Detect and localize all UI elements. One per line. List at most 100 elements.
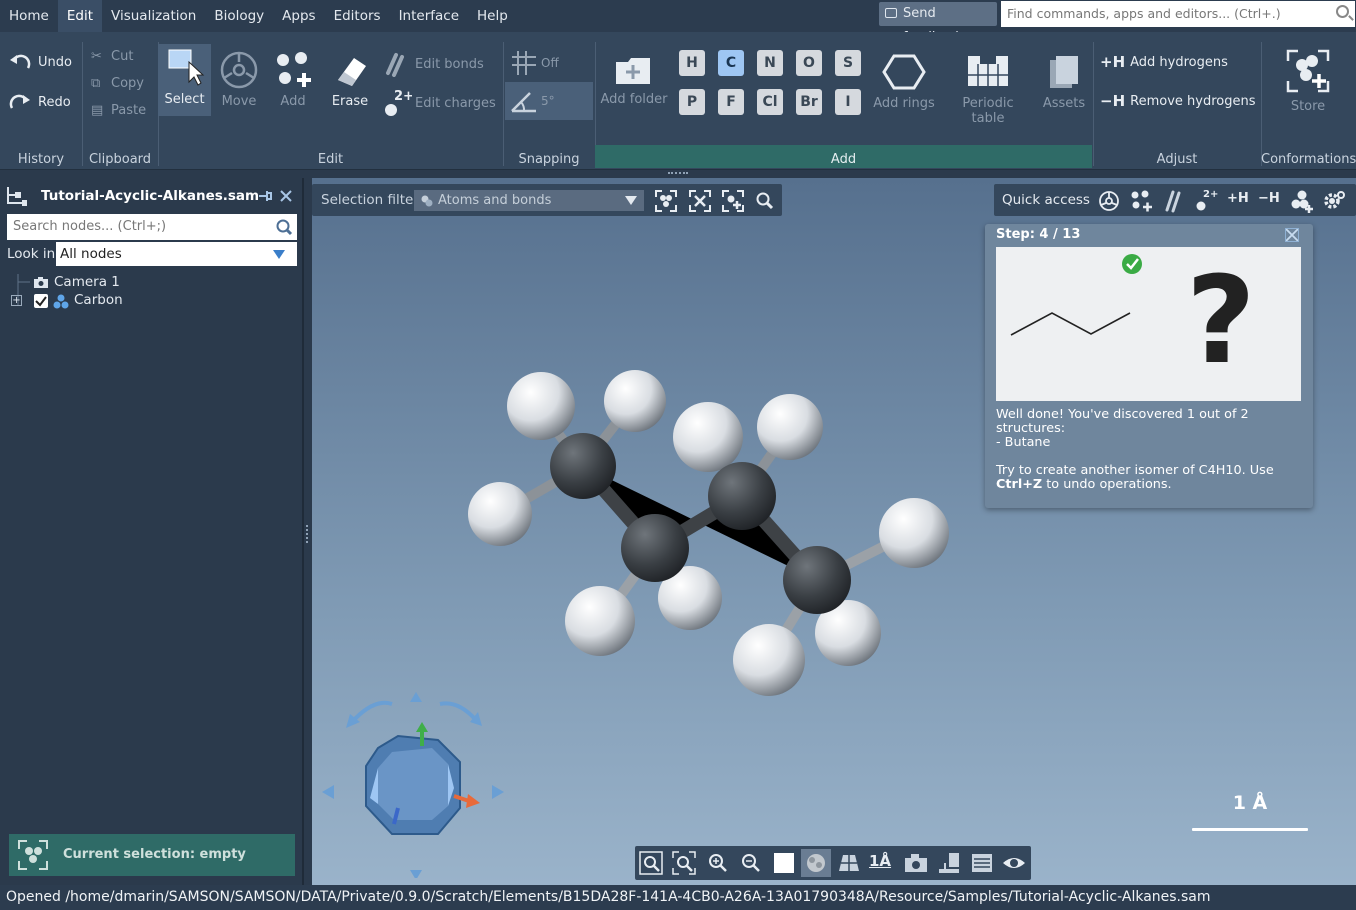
selection-filter-select[interactable]: Atoms and bonds xyxy=(414,190,644,211)
deselect-icon[interactable] xyxy=(688,189,712,213)
edit-bonds-button[interactable]: Edit bonds xyxy=(382,51,484,77)
add-label: Add xyxy=(280,94,306,109)
close-icon[interactable] xyxy=(1285,228,1299,242)
rotate-left-icon[interactable] xyxy=(322,785,334,799)
selection-filter-value: Atoms and bonds xyxy=(438,193,552,208)
paste-button[interactable]: ▤ Paste xyxy=(91,103,146,118)
menu-biology[interactable]: Biology xyxy=(205,0,273,32)
gear-icon[interactable] xyxy=(1322,189,1346,213)
background-color-icon[interactable] xyxy=(774,853,794,873)
move-button[interactable]: Move xyxy=(216,50,262,109)
add-atom-icon[interactable] xyxy=(1129,189,1153,213)
element-i-button[interactable]: I xyxy=(835,89,861,115)
panel-splitter[interactable] xyxy=(306,525,309,543)
send-feedback-button[interactable]: Send feedback xyxy=(879,2,997,45)
erase-button[interactable]: Erase xyxy=(327,50,373,109)
select-all-icon[interactable] xyxy=(654,189,678,213)
viewport-3d[interactable]: Selection filter Atoms and bonds Quick a… xyxy=(312,178,1356,885)
pin-icon[interactable] xyxy=(258,189,274,203)
chevron-down-icon xyxy=(625,196,637,205)
add-hydrogens-button[interactable]: +H Add hydrogens xyxy=(1100,53,1228,71)
bond-icon[interactable] xyxy=(1162,189,1186,213)
measurement-units-icon[interactable]: 1Å xyxy=(869,852,891,870)
edit-charges-button[interactable]: 2+ Edit charges xyxy=(382,88,496,118)
close-icon[interactable] xyxy=(279,189,293,203)
visibility-eye-icon[interactable] xyxy=(1002,853,1026,873)
add-hydrogens-label: Add hydrogens xyxy=(1130,54,1228,70)
zoom-to-fit-icon[interactable] xyxy=(639,851,663,875)
command-search-input[interactable]: Find commands, apps and editors... (Ctrl… xyxy=(1001,1,1355,27)
zoom-in-icon[interactable] xyxy=(706,851,730,875)
plus-h-icon[interactable]: +H xyxy=(1227,191,1249,206)
menu-edit[interactable]: Edit xyxy=(57,0,103,32)
group-label-clipboard: Clipboard xyxy=(88,152,152,167)
tree-expand-icon[interactable]: + xyxy=(11,295,22,306)
element-c-button[interactable]: C xyxy=(718,50,744,76)
node-search-input[interactable]: Search nodes... (Ctrl+;) xyxy=(7,214,297,240)
copy-button[interactable]: ⧉ Copy xyxy=(91,76,144,91)
element-n-button[interactable]: N xyxy=(757,50,783,76)
undo-button[interactable]: Undo xyxy=(8,52,72,72)
add-folder-button[interactable]: Add folder xyxy=(600,54,668,107)
element-s-button[interactable]: S xyxy=(835,50,861,76)
rotate-up-icon[interactable] xyxy=(410,692,422,702)
tree-node-carbon[interactable]: Carbon xyxy=(74,291,123,309)
tree-node-camera[interactable]: Camera 1 xyxy=(54,273,120,291)
zoom-out-icon[interactable] xyxy=(739,851,763,875)
assets-button[interactable]: Assets xyxy=(1040,52,1088,111)
grid-snapping-toggle[interactable]: Off xyxy=(508,47,559,79)
checkmark-icon xyxy=(35,296,47,307)
periodic-table-button[interactable]: Periodic table xyxy=(944,52,1032,126)
menu-editors[interactable]: Editors xyxy=(325,0,390,32)
element-o-button[interactable]: O xyxy=(796,50,822,76)
list-view-icon[interactable] xyxy=(970,851,994,875)
copy-icon: ⧉ xyxy=(91,76,101,91)
search-icon[interactable] xyxy=(755,191,775,211)
paste-icon: ▤ xyxy=(91,103,104,118)
select-button[interactable]: Select xyxy=(158,44,211,116)
menu-apps[interactable]: Apps xyxy=(273,0,324,32)
cut-button[interactable]: ✂ Cut xyxy=(91,49,133,64)
atoms-bonds-icon xyxy=(421,195,433,207)
ambient-occlusion-icon[interactable] xyxy=(801,849,831,877)
periodic-table-icon xyxy=(968,56,1008,86)
invert-selection-icon[interactable] xyxy=(721,189,745,213)
element-p-button[interactable]: P xyxy=(679,89,705,115)
selection-icon xyxy=(18,840,48,870)
add-button[interactable]: Add xyxy=(270,50,316,109)
look-in-select[interactable]: All nodes xyxy=(56,242,297,266)
butane-molecule xyxy=(468,370,949,696)
menu-home[interactable]: Home xyxy=(0,0,58,32)
angle-snapping-toggle[interactable]: 5° xyxy=(505,82,593,120)
status-bar: Opened /home/dmarin/SAMSON/SAMSON/DATA/P… xyxy=(0,885,1356,910)
element-f-button[interactable]: F xyxy=(718,89,744,115)
remove-hydrogens-button[interactable]: −H Remove hydrogens xyxy=(1100,92,1255,110)
rotate-down-icon[interactable] xyxy=(410,870,422,878)
move-icon[interactable] xyxy=(1098,190,1120,212)
snapping-off-label: Off xyxy=(541,56,559,70)
hexagon-icon xyxy=(882,54,926,90)
undo-label: Undo xyxy=(38,54,72,70)
add-folder-label: Add folder xyxy=(600,92,668,107)
minus-h-icon[interactable]: −H xyxy=(1258,191,1280,206)
navigation-cube-widget[interactable] xyxy=(314,688,514,878)
redo-button[interactable]: Redo xyxy=(8,92,71,112)
menu-help[interactable]: Help xyxy=(468,0,517,32)
documentation-icon[interactable] xyxy=(937,851,961,875)
charge-icon[interactable]: 2+ xyxy=(1194,187,1218,213)
add-rings-button[interactable]: Add rings xyxy=(872,52,936,111)
floor-icon[interactable] xyxy=(837,851,861,875)
camera-icon[interactable] xyxy=(903,850,929,876)
add-structure-icon[interactable] xyxy=(1290,189,1314,213)
element-h-button[interactable]: H xyxy=(679,50,705,76)
menu-visualization[interactable]: Visualization xyxy=(102,0,205,32)
menu-interface[interactable]: Interface xyxy=(390,0,468,32)
rotate-right-icon[interactable] xyxy=(492,785,504,799)
element-br-button[interactable]: Br xyxy=(796,89,822,115)
ribbon: Undo Redo History ✂ Cut ⧉ Copy ▤ Paste Clip… xyxy=(0,32,1356,170)
store-conformation-button[interactable]: Store xyxy=(1280,47,1336,114)
scale-line xyxy=(1192,828,1308,831)
visibility-checkbox[interactable] xyxy=(34,294,48,308)
zoom-selection-icon[interactable] xyxy=(672,851,696,875)
element-cl-button[interactable]: Cl xyxy=(757,89,783,115)
